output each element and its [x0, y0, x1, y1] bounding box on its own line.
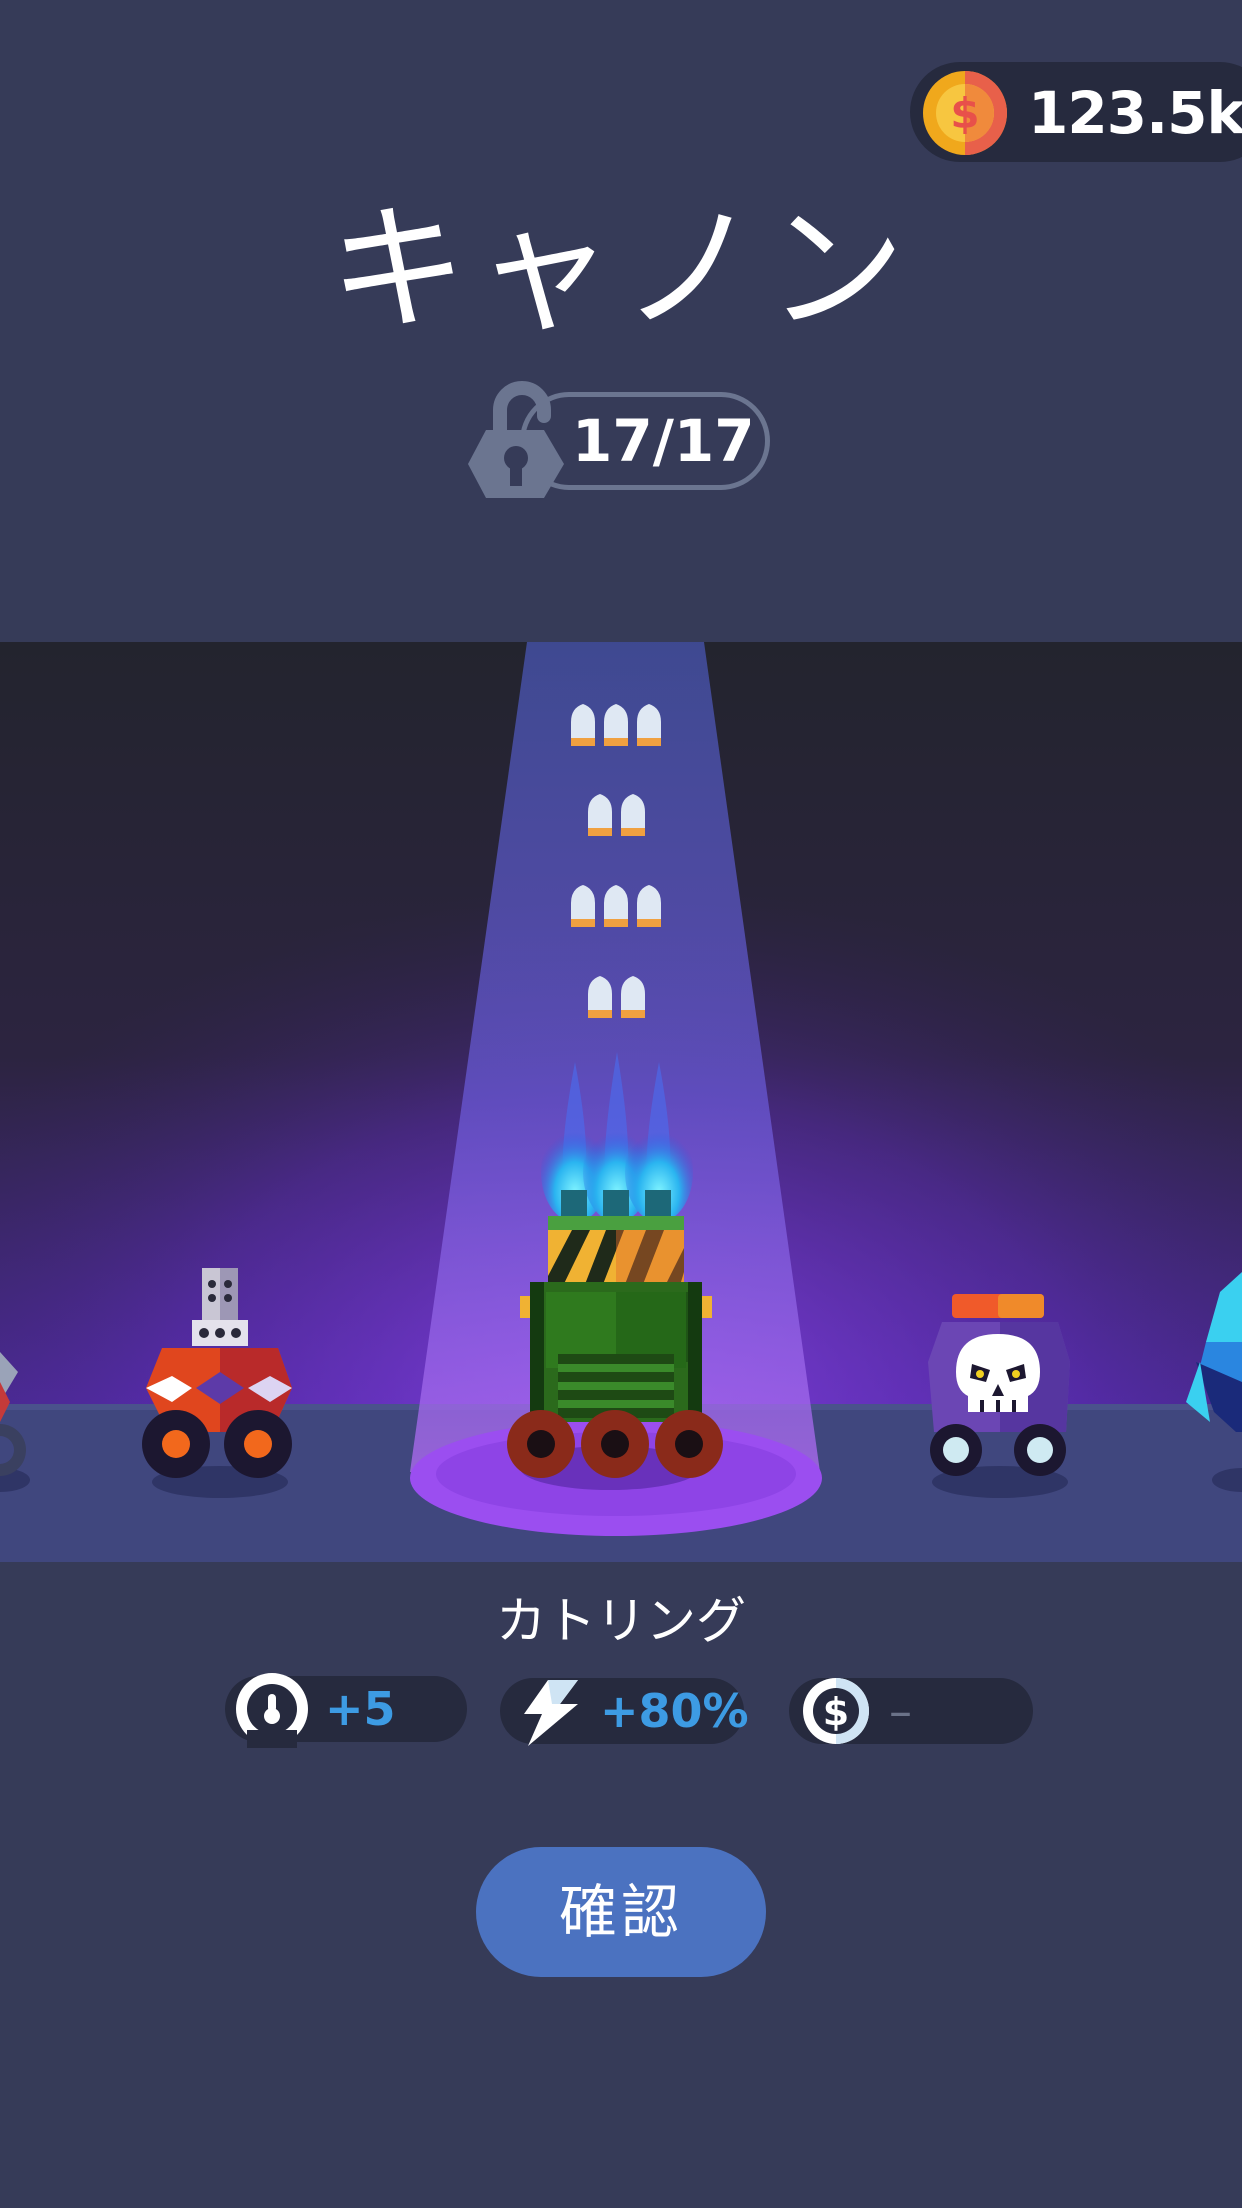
page-title: キャノン: [328, 189, 913, 350]
svg-text:$: $: [950, 89, 979, 138]
damage-icon: [236, 1673, 308, 1748]
lightning-icon: [524, 1680, 578, 1746]
weapon-name: カトリング: [496, 1592, 746, 1650]
vehicle-skull[interactable]: [928, 1294, 1070, 1498]
coin-bonus-icon: $: [803, 1678, 869, 1744]
skull-icon: [956, 1334, 1040, 1412]
stat-fire-rate: +80%: [500, 1678, 749, 1746]
stat-coin-bonus: $ –: [789, 1678, 1033, 1744]
stat-damage: +5: [225, 1673, 467, 1748]
stat-damage-value: +5: [325, 1682, 396, 1736]
coin-amount: 123.5k: [1028, 79, 1242, 147]
stat-coin-bonus-value: –: [889, 1684, 912, 1738]
unlock-icon: [468, 381, 564, 498]
stat-fire-rate-value: +80%: [600, 1684, 749, 1738]
coin-icon: $: [923, 71, 1007, 155]
weapon-carousel[interactable]: [0, 642, 1242, 1562]
unlock-count: 17/17: [572, 407, 755, 475]
svg-text:$: $: [823, 1690, 849, 1734]
confirm-button[interactable]: 確認: [476, 1847, 766, 1977]
